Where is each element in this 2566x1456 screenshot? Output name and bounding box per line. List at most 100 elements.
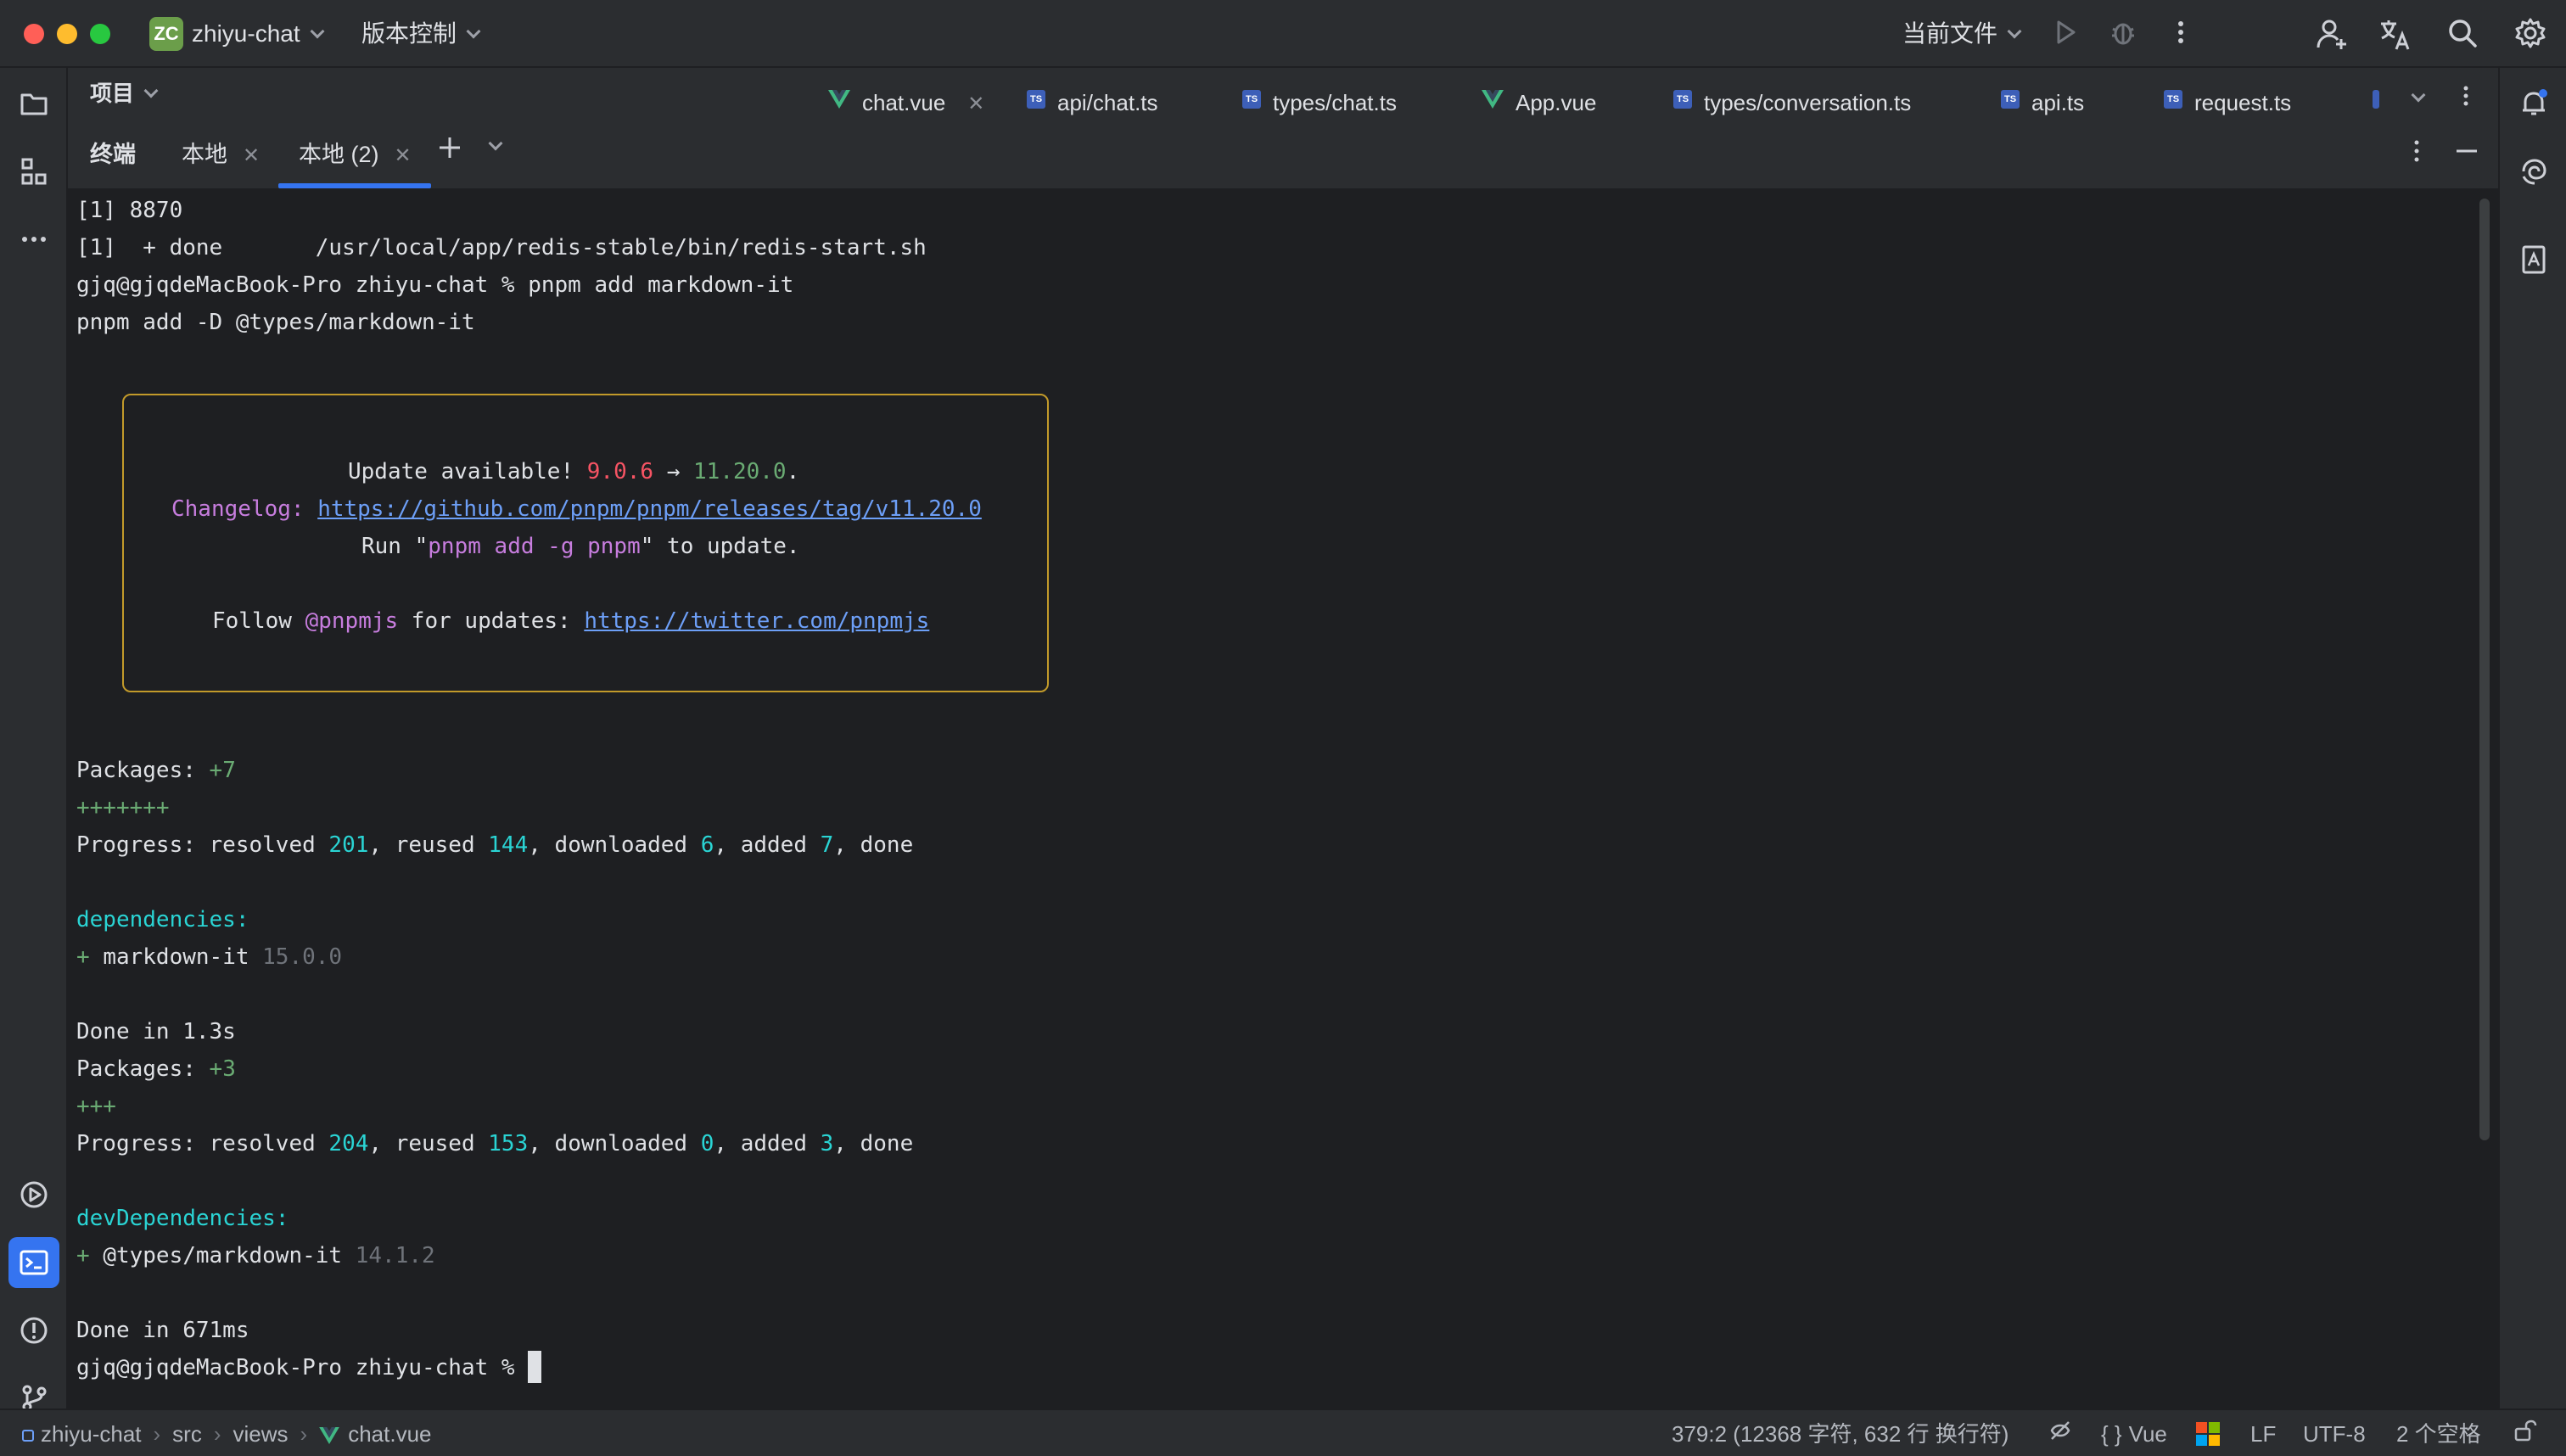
project-name: zhiyu-chat — [192, 20, 300, 47]
run-update-line: Run "pnpm add -g pnpm" to update. — [361, 534, 800, 559]
prompt-line[interactable]: gjq@gjqdeMacBook-Pro zhiyu-chat % — [76, 1350, 542, 1385]
new-terminal-button[interactable] — [436, 134, 463, 169]
dev-dependencies-heading: devDependencies: — [76, 1206, 289, 1231]
run-config-label: 当前文件 — [1902, 20, 1998, 47]
editor-tab-types-chat-ts[interactable]: TS types/chat.ts — [1242, 68, 1397, 119]
debug-icon[interactable] — [2106, 17, 2140, 51]
left-tool-strip — [0, 68, 68, 1412]
minimize-panel-button[interactable] — [2454, 137, 2479, 172]
line-separator[interactable]: LF — [2250, 1419, 2276, 1449]
ai-assistant-button[interactable] — [2508, 146, 2559, 197]
ts-icon: TS — [1027, 90, 1045, 109]
language-indicator[interactable]: { } Vue — [2101, 1419, 2167, 1449]
tab-label: types/conversation.ts — [1704, 90, 1912, 115]
close-icon[interactable]: ✕ — [395, 144, 412, 167]
breadcrumb-item[interactable]: src — [172, 1421, 202, 1447]
packages-line: Packages: +7 — [76, 758, 236, 783]
inspection-off-icon[interactable] — [2048, 1419, 2072, 1450]
minimize-icon — [2457, 149, 2477, 153]
close-icon[interactable]: ✕ — [243, 144, 260, 167]
cursor-position[interactable]: 379:2 (12368 字符, 632 行 换行符) — [1672, 1419, 2009, 1449]
editor-tab-chat-vue[interactable]: chat.vue ✕ — [828, 68, 984, 119]
search-icon[interactable] — [2446, 17, 2479, 51]
translation-panel-button[interactable] — [2508, 234, 2559, 285]
project-tool-button[interactable] — [8, 78, 59, 129]
indent-setting[interactable]: 2 个空格 — [2396, 1419, 2481, 1449]
minimize-window-button[interactable] — [57, 24, 77, 44]
chevron-down-icon — [2007, 24, 2022, 39]
text-cursor — [528, 1350, 542, 1383]
active-tab-indicator — [278, 183, 431, 188]
terminal-tab-local-2[interactable]: 本地 (2) ✕ — [299, 139, 412, 171]
update-available-line: Update available! 9.0.6 → 11.20.0. — [348, 459, 800, 484]
ts-icon: TS — [2164, 90, 2182, 109]
editor-tab-api-ts[interactable]: TS api.ts — [2001, 68, 2084, 119]
more-vertical-icon — [2414, 140, 2419, 162]
tab-label: types/chat.ts — [1273, 90, 1397, 115]
breadcrumb-item[interactable]: views — [233, 1421, 289, 1447]
more-vertical-icon[interactable] — [2164, 17, 2198, 51]
terminal-panel-title: 终端 — [90, 142, 136, 167]
project-view-selector[interactable]: 项目 — [90, 78, 159, 109]
terminal-scrollbar[interactable] — [2479, 199, 2490, 1140]
terminal-tab-local[interactable]: 本地 ✕ — [182, 139, 260, 171]
close-window-button[interactable] — [24, 24, 44, 44]
services-tool-button[interactable] — [8, 1169, 59, 1220]
problems-tool-button[interactable] — [8, 1305, 59, 1356]
read-only-toggle-icon[interactable] — [2513, 1419, 2537, 1450]
dependency-line: + markdown-it 15.0.0 — [76, 944, 343, 970]
done-line: Done in 1.3s — [76, 1019, 236, 1044]
vcs-menu[interactable]: 版本控制 — [361, 19, 481, 49]
chevron-right-icon: › — [153, 1421, 161, 1447]
services-icon — [20, 1181, 48, 1208]
project-badge[interactable]: ZC — [149, 17, 183, 51]
terminal-more-button[interactable] — [2406, 137, 2427, 172]
tab-label: api/chat.ts — [1057, 90, 1158, 115]
plus-icon — [440, 137, 460, 158]
translate-icon[interactable] — [2378, 17, 2412, 51]
editor-tab-api-chat-ts[interactable]: TS api/chat.ts — [1027, 68, 1158, 119]
title-bar: ZC zhiyu-chat 版本控制 当前文件 — [0, 0, 2566, 68]
terminal-line: [1] 8870 — [76, 198, 183, 223]
folder-icon — [20, 93, 48, 115]
editor-tab-request-ts[interactable]: TS request.ts — [2164, 68, 2291, 119]
terminal-line: [1] + done /usr/local/app/redis-stable/b… — [76, 235, 927, 260]
editor-more-button[interactable] — [2456, 83, 2476, 114]
close-icon[interactable]: ✕ — [967, 92, 984, 115]
terminal-line: pnpm add -D @types/markdown-it — [76, 310, 475, 335]
structure-tool-button[interactable] — [8, 146, 59, 197]
chevron-right-icon: › — [213, 1421, 221, 1447]
status-bar: zhiyu-chat › src › views › chat.vue 379:2 (123… — [0, 1408, 2566, 1456]
terminal-output[interactable]: [1] 8870 [1] + done /usr/local/app/redis… — [68, 192, 2498, 1408]
ts-icon — [2373, 90, 2379, 109]
terminal-tab-label: 本地 — [182, 142, 227, 167]
editor-tab-overflow[interactable] — [2373, 68, 2391, 119]
project-switcher[interactable]: zhiyu-chat — [192, 19, 325, 49]
shell-prompt: gjq@gjqdeMacBook-Pro zhiyu-chat % — [76, 1355, 529, 1380]
editor-tab-app-vue[interactable]: App.vue — [1482, 68, 1596, 119]
vue-icon — [1482, 90, 1504, 109]
file-encoding[interactable]: UTF-8 — [2303, 1419, 2366, 1449]
editor-tab-types-conversation-ts[interactable]: TS types/conversation.ts — [1673, 68, 1911, 119]
terminal-options-dropdown[interactable] — [488, 131, 503, 161]
chevron-down-icon — [2411, 87, 2426, 103]
tab-list-dropdown[interactable] — [2411, 68, 2426, 119]
breadcrumb-item[interactable]: chat.vue — [348, 1421, 431, 1447]
breadcrumb-item[interactable]: zhiyu-chat — [41, 1421, 142, 1447]
terminal-tool-button[interactable] — [8, 1237, 59, 1288]
run-icon[interactable] — [2048, 17, 2082, 51]
twitter-link[interactable]: https://twitter.com/pnpmjs — [584, 608, 929, 634]
gear-icon[interactable] — [2513, 17, 2547, 51]
windows-logo-icon[interactable] — [2196, 1422, 2220, 1453]
tab-label: request.ts — [2194, 90, 2292, 115]
more-tools-button[interactable] — [8, 214, 59, 265]
progress-line: Progress: resolved 204, reused 153, down… — [76, 1131, 914, 1156]
maximize-window-button[interactable] — [90, 24, 110, 44]
notifications-button[interactable] — [2508, 78, 2559, 129]
terminal-tab-bar: 终端 本地 ✕ 本地 (2) ✕ — [68, 119, 2498, 190]
more-horizontal-icon — [22, 237, 46, 242]
run-config-selector[interactable]: 当前文件 — [1902, 19, 2022, 49]
changelog-link[interactable]: https://github.com/pnpm/pnpm/releases/ta… — [317, 496, 982, 522]
chevron-down-icon — [143, 83, 159, 98]
add-user-icon[interactable] — [2315, 17, 2349, 51]
